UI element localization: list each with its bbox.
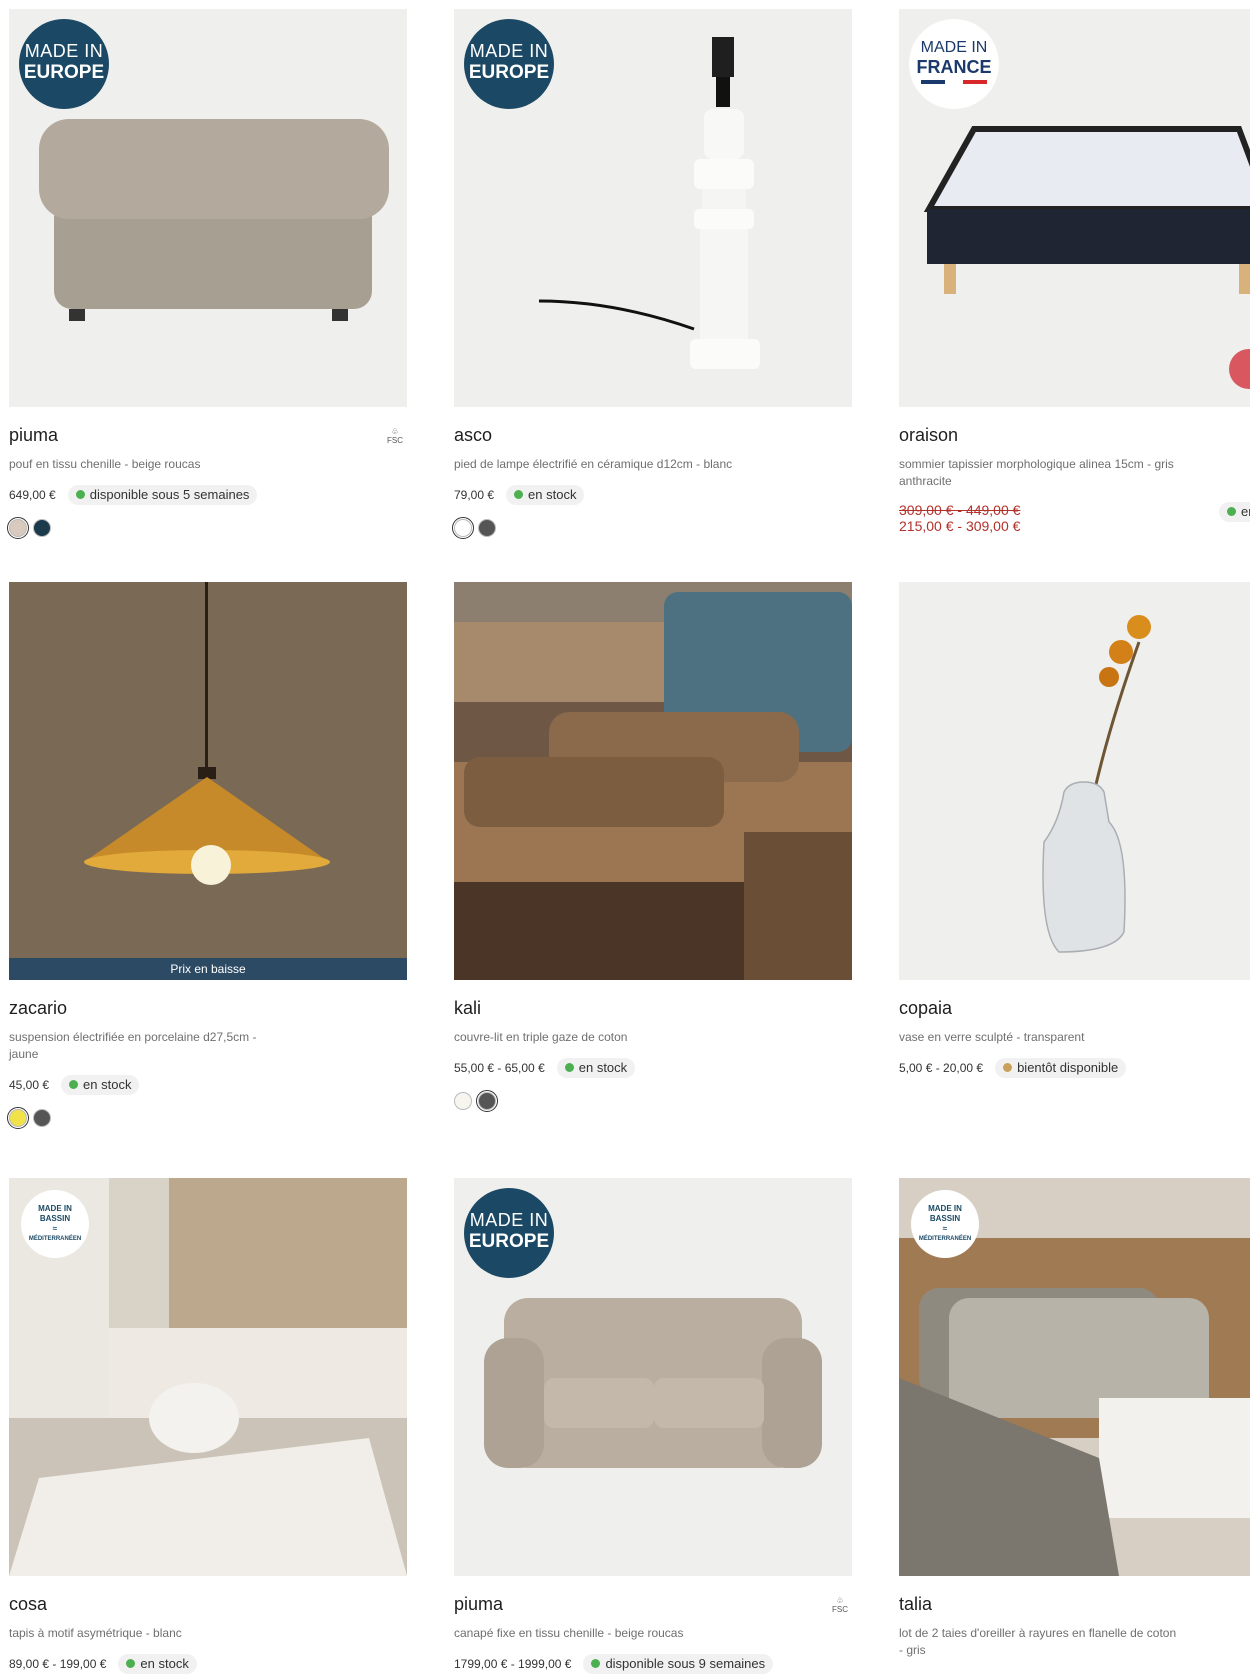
availability-badge: en stock (506, 485, 585, 505)
product-card[interactable]: MADE IN BASSIN ≈ MÉDITERRANÉEN talia lot de… (899, 1178, 1250, 1659)
old-price: 309,00 € - 449,00 € (899, 502, 1021, 518)
color-swatch[interactable] (7, 517, 29, 539)
product-description: lot de 2 taies d'oreiller à rayures en f… (899, 1626, 1177, 1657)
product-name[interactable]: oraison (899, 425, 1250, 446)
availability-badge: bientôt disponible (995, 1058, 1127, 1078)
product-description: pouf en tissu chenille - beige roucas (9, 457, 201, 471)
vase-illustration (1042, 615, 1151, 953)
status-dot-icon (564, 1063, 574, 1072)
product-description: vase en verre sculpté - transparent (899, 1030, 1085, 1044)
color-swatch[interactable] (452, 517, 474, 539)
product-description: canapé fixe en tissu chenille - beige ro… (454, 1626, 684, 1640)
product-image[interactable] (454, 582, 852, 980)
availability-badge: en (1219, 502, 1250, 522)
product-card[interactable]: MADE IN EUROPE ♧ FSC piuma canapé fixe en … (454, 1178, 852, 1674)
sale-price: 215,00 € - 309,00 € (899, 518, 1021, 534)
status-dot-icon (69, 1080, 79, 1089)
color-swatch[interactable] (476, 1090, 498, 1112)
color-swatch[interactable] (33, 519, 51, 537)
availability-badge: en stock (118, 1654, 197, 1674)
product-card[interactable]: copaia vase en verre sculpté - transpare… (899, 582, 1250, 1078)
product-card[interactable]: MADE IN EUROPE ♧ FSC piuma pouf en tissu c… (7, 9, 407, 539)
product-name[interactable]: piuma (454, 1594, 852, 1615)
product-description: couvre-lit en triple gaze de coton (454, 1030, 628, 1044)
product-description: tapis à motif asymétrique - blanc (9, 1626, 182, 1640)
product-description: pied de lampe électrifié en céramique d1… (454, 457, 733, 471)
made-in-mediterranean-badge: MADE IN BASSIN ≈ MÉDITERRANÉEN (21, 1190, 89, 1258)
product-name[interactable]: kali (454, 998, 852, 1019)
availability-badge: en stock (61, 1075, 140, 1095)
product-price: 5,00 € - 20,00 € (899, 1061, 984, 1075)
status-dot-icon (1003, 1063, 1013, 1072)
status-dot-icon (126, 1659, 136, 1668)
product-image[interactable]: Prix en baisse (9, 582, 407, 980)
status-dot-icon (514, 490, 524, 499)
made-in-europe-badge: MADE IN EUROPE (464, 1188, 554, 1278)
product-description: sommier tapissier morphologique alinea 1… (899, 457, 1174, 488)
product-image[interactable]: MADE IN FRANCE (899, 9, 1250, 407)
product-name[interactable]: talia (899, 1594, 1250, 1615)
product-price: 79,00 € (454, 488, 495, 502)
product-price: 89,00 € - 199,00 € (9, 1657, 107, 1671)
product-image[interactable] (899, 582, 1250, 980)
fsc-icon: ♧ FSC (832, 1596, 848, 1614)
product-image[interactable]: MADE IN EUROPE (454, 9, 852, 407)
product-card[interactable]: MADE IN FRANCE oraison sommier tapissier… (899, 9, 1250, 534)
product-image[interactable]: MADE IN EUROPE (9, 9, 407, 407)
product-image[interactable]: MADE IN BASSIN ≈ MÉDITERRANÉEN (899, 1178, 1250, 1576)
product-card[interactable]: kali couvre-lit en triple gaze de coton … (454, 582, 852, 1112)
product-description: suspension électrifiée en porcelaine d27… (9, 1030, 257, 1061)
product-card[interactable]: Prix en baisse zacario suspension électr… (7, 582, 407, 1129)
bedspread-illustration (454, 582, 852, 980)
status-dot-icon (591, 1659, 601, 1668)
availability-badge: en stock (556, 1058, 636, 1078)
product-name[interactable]: cosa (9, 1594, 407, 1615)
made-in-france-badge: MADE IN FRANCE (909, 19, 999, 109)
product-price: 1799,00 € - 1999,00 € (454, 1657, 572, 1671)
product-price: 55,00 € - 65,00 € (454, 1061, 545, 1075)
status-dot-icon (1227, 507, 1236, 516)
product-name[interactable]: asco (454, 425, 852, 446)
color-swatch[interactable] (33, 1109, 51, 1127)
made-in-mediterranean-badge: MADE IN BASSIN ≈ MÉDITERRANÉEN (911, 1190, 979, 1258)
fsc-icon: ♧ FSC (387, 427, 403, 445)
availability-badge: disponible sous 9 semaines (583, 1654, 774, 1674)
pendant-lamp-illustration (84, 582, 330, 885)
made-in-europe-badge: MADE IN EUROPE (464, 19, 554, 109)
product-price: 45,00 € (9, 1078, 50, 1092)
product-card[interactable]: MADE IN BASSIN ≈ MÉDITERRANÉEN cosa tapis à… (9, 1178, 407, 1674)
made-in-europe-badge: MADE IN EUROPE (19, 19, 109, 109)
color-swatch[interactable] (454, 1092, 472, 1110)
product-name[interactable]: piuma (9, 425, 407, 446)
product-price: 649,00 € (9, 488, 56, 502)
status-dot-icon (75, 490, 85, 499)
product-image[interactable]: MADE IN BASSIN ≈ MÉDITERRANÉEN (9, 1178, 407, 1576)
product-card[interactable]: MADE IN EUROPE asco pied de lampe électri… (452, 9, 852, 539)
product-name[interactable]: zacario (9, 998, 407, 1019)
color-swatch[interactable] (478, 519, 496, 537)
price-drop-banner: Prix en baisse (9, 958, 407, 980)
product-name[interactable]: copaia (899, 998, 1250, 1019)
availability-badge: disponible sous 5 semaines (67, 485, 258, 505)
color-swatch[interactable] (7, 1107, 29, 1129)
product-image[interactable]: MADE IN EUROPE (454, 1178, 852, 1576)
